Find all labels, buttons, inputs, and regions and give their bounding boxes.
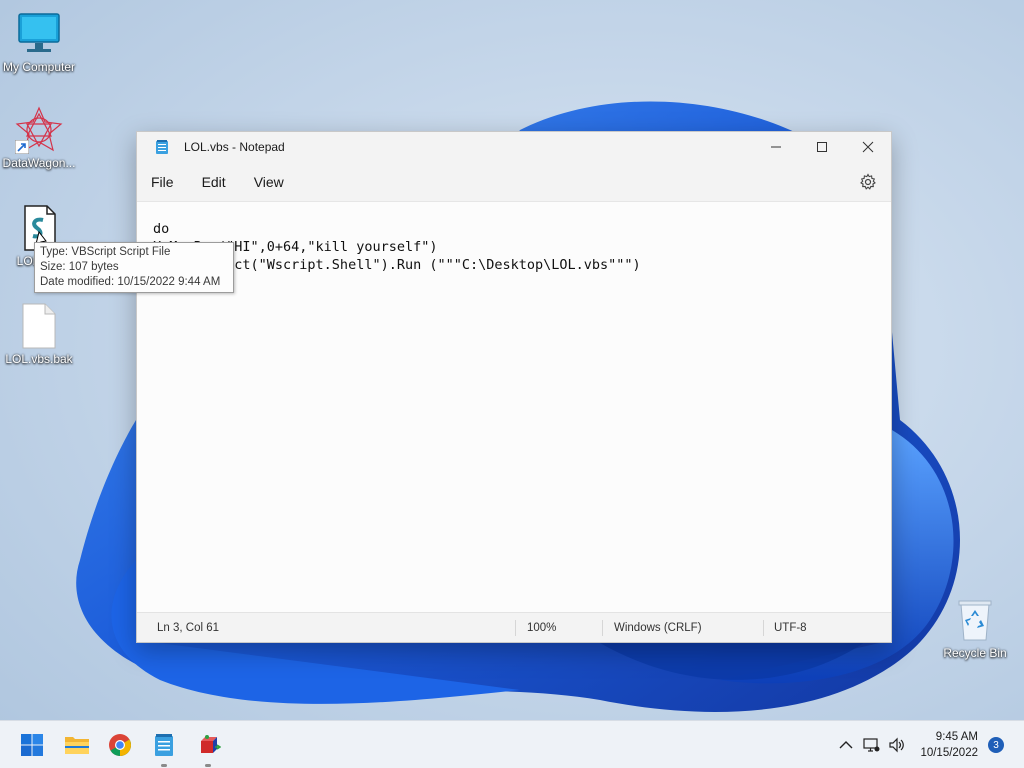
maximize-icon [817,142,827,152]
desktop-icon-datawagon[interactable]: DataWagon... [0,106,79,170]
minimize-icon [771,146,781,148]
status-encoding: UTF-8 [774,621,807,634]
blank-file-icon [15,302,63,350]
window-title: LOL.vbs - Notepad [184,140,285,154]
status-cursor-position: Ln 3, Col 61 [157,621,220,634]
file-explorer-icon [65,737,89,754]
volume-button[interactable] [884,721,910,768]
notepad-icon [156,140,168,154]
notification-badge[interactable]: 3 [988,737,1004,753]
start-button[interactable] [16,729,48,761]
desktop-icon-label: LOL.vbs.bak [5,352,73,366]
menu-edit[interactable]: Edit [188,168,240,196]
show-hidden-icons-button[interactable] [834,721,858,768]
taskbar-app[interactable] [192,729,224,767]
menu-view[interactable]: View [240,168,298,196]
status-zoom: 100% [527,621,557,634]
clock[interactable]: 9:45 AM 10/15/2022 [920,729,978,761]
status-line-endings: Windows (CRLF) [614,621,702,634]
clock-date: 10/15/2022 [920,747,978,759]
desktop-icon-recycle-bin[interactable]: Recycle Bin [935,596,1015,660]
network-icon [863,738,880,752]
title-bar[interactable]: LOL.vbs - Notepad [137,132,891,162]
taskbar-notepad[interactable] [148,729,180,767]
shortcut-arrow-icon [15,140,29,154]
menu-bar: File Edit View [137,162,891,202]
maximize-button[interactable] [799,132,845,162]
tooltip-size: Size: 107 bytes [40,261,119,273]
running-indicator [161,764,167,767]
app-icon [201,735,221,753]
settings-gear-icon[interactable] [859,173,877,191]
running-indicator [205,764,211,767]
monitor-icon [15,10,63,58]
close-icon [862,141,874,153]
chrome-icon [109,734,131,756]
close-button[interactable] [845,132,891,162]
start-icon [21,734,43,756]
tooltip-modified: Date modified: 10/15/2022 9:44 AM [40,276,221,288]
desktop-icon-label: DataWagon... [2,156,76,170]
file-tooltip: Type: VBScript Script File Size: 107 byt… [34,242,234,293]
status-bar: Ln 3, Col 61 100% Windows (CRLF) UTF-8 [137,612,891,642]
desktop-icon-label: My Computer [2,60,76,74]
desktop-icon-my-computer[interactable]: My Computer [0,10,79,74]
text-editor[interactable]: do X=MsgBox("HI",0+64,"kill yourself") C… [137,202,891,612]
volume-icon [889,737,905,753]
chevron-up-icon [839,741,853,749]
minimize-button[interactable] [753,132,799,162]
system-tray: 9:45 AM 10/15/2022 3 [834,721,1024,768]
desktop-icon-label: Recycle Bin [943,646,1007,660]
tooltip-type: Type: VBScript Script File [40,246,171,258]
desktop-icon-lol-vbs-bak[interactable]: LOL.vbs.bak [0,302,79,366]
notepad-window[interactable]: LOL.vbs - Notepad File Edit View do X=Ms… [136,131,892,643]
datawagon-icon [15,106,63,154]
taskbar-chrome[interactable] [104,729,136,761]
menu-file[interactable]: File [137,168,188,196]
network-button[interactable] [858,721,884,768]
notepad-icon [155,734,173,756]
taskbar-file-explorer[interactable] [61,729,93,761]
recycle-bin-icon [951,596,999,644]
taskbar: 9:45 AM 10/15/2022 3 [0,720,1024,768]
clock-time: 9:45 AM [935,731,978,743]
